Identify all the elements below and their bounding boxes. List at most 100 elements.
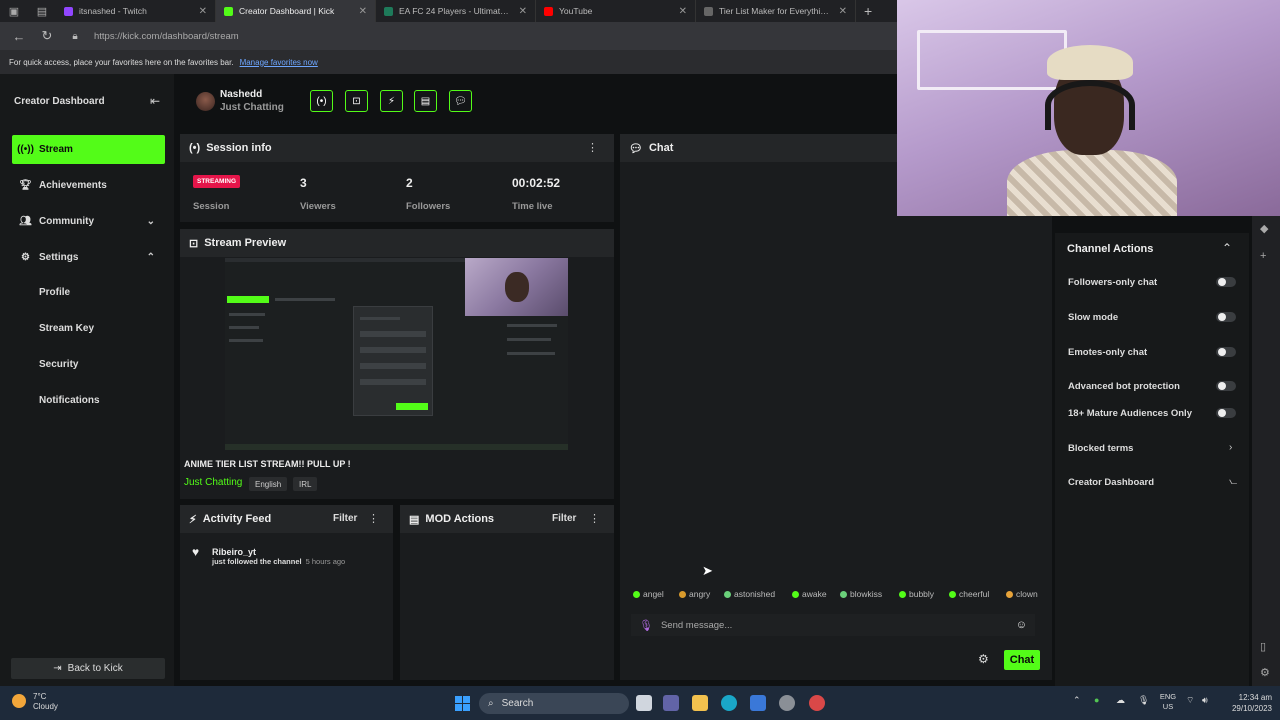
emote-angry[interactable]: angry: [679, 589, 710, 599]
kebab-menu-icon[interactable]: ⋮: [589, 512, 600, 525]
url-input[interactable]: https://kick.com/dashboard/stream: [94, 31, 239, 42]
tab-actions-icon[interactable]: ▤: [28, 0, 56, 22]
creator-dashboard-link[interactable]: Creator Dashboard: [1068, 477, 1154, 488]
emote-bubbly[interactable]: bubbly: [899, 589, 934, 599]
stream-preview-thumbnail[interactable]: [225, 258, 568, 450]
chat-send-button[interactable]: Chat: [1004, 650, 1040, 670]
bot-protection-toggle[interactable]: [1216, 381, 1236, 391]
sidebar-item-settings[interactable]: ⚙ Settings ⌃: [12, 243, 165, 272]
close-tab-icon[interactable]: ✕: [679, 6, 687, 17]
thumb-line: [507, 324, 557, 327]
store-icon[interactable]: [750, 695, 766, 711]
close-tab-icon[interactable]: ✕: [839, 6, 847, 17]
task-view-icon[interactable]: [636, 695, 652, 711]
close-tab-icon[interactable]: ✕: [359, 6, 367, 17]
browser-tab-youtube[interactable]: YouTube ✕: [536, 0, 696, 22]
stream-category-link[interactable]: Just Chatting: [184, 477, 242, 488]
tray-chevron-up-icon[interactable]: ⌃: [1073, 695, 1081, 706]
emotes-only-toggle[interactable]: [1216, 347, 1236, 357]
kebab-menu-icon[interactable]: ⋮: [368, 512, 379, 525]
file-explorer-icon[interactable]: [692, 695, 708, 711]
cheerful-emote-icon: [949, 590, 956, 598]
network-icon[interactable]: ⌔: [1186, 695, 1194, 706]
emote-blowkiss[interactable]: blowkiss: [840, 589, 882, 599]
microphone-icon[interactable]: 🎙︎: [639, 619, 653, 632]
chart-icon[interactable]: ⦦: [1229, 476, 1237, 487]
browser-tab-twitch[interactable]: itsnashed - Twitch ✕: [56, 0, 216, 22]
avatar[interactable]: [196, 92, 215, 111]
taskbar-search[interactable]: ⌕ Search: [479, 693, 629, 714]
sidebar-sub-profile[interactable]: Profile: [39, 287, 70, 298]
refresh-icon[interactable]: ↻: [38, 28, 56, 44]
browser-tab-eafc[interactable]: EA FC 24 Players - Ultimate Team ✕: [376, 0, 536, 22]
clown-emote-icon: [1006, 590, 1013, 598]
volume-icon[interactable]: 🔊︎: [1202, 695, 1208, 706]
teams-icon[interactable]: [663, 695, 679, 711]
chevron-up-icon[interactable]: ⌃: [1222, 241, 1232, 255]
thumb-line: [360, 363, 426, 369]
screenshot-quick-button[interactable]: ⊡: [345, 90, 368, 112]
new-tab-icon[interactable]: +: [856, 3, 880, 19]
emote-label: angel: [643, 589, 664, 599]
rail-app-icon[interactable]: ◆: [1260, 222, 1268, 235]
angry-emote-icon: [679, 590, 686, 598]
sidebar-sub-notifications[interactable]: Notifications: [39, 395, 100, 406]
webcam-person-body: [1007, 150, 1177, 216]
sidebar-item-community[interactable]: 👥︎ Community ⌄: [12, 207, 165, 236]
emote-astonished[interactable]: astonished: [724, 589, 775, 599]
manage-favorites-link[interactable]: Manage favorites now: [240, 58, 318, 67]
activity-user[interactable]: Ribeiro_yt: [212, 547, 256, 557]
close-tab-icon[interactable]: ✕: [199, 6, 207, 17]
close-tab-icon[interactable]: ✕: [519, 6, 527, 17]
back-to-kick-button[interactable]: ⇥ Back to Kick: [11, 658, 165, 679]
obs-icon[interactable]: [809, 695, 825, 711]
sidebar-item-label: Stream: [39, 144, 73, 155]
workspaces-icon[interactable]: ▣: [0, 0, 28, 22]
lock-icon[interactable]: 🔒︎: [66, 31, 84, 42]
sidebar-item-achievements[interactable]: 🏆︎ Achievements: [12, 171, 165, 200]
sidebar-sub-stream-key[interactable]: Stream Key: [39, 323, 94, 334]
broadcast-quick-button[interactable]: (•): [310, 90, 333, 112]
sidebar-item-stream[interactable]: ((•)) Stream: [12, 135, 165, 164]
emote-clown[interactable]: clown: [1006, 589, 1038, 599]
tray-microphone-icon[interactable]: 🎙︎: [1138, 695, 1149, 706]
settings-app-icon[interactable]: [779, 695, 795, 711]
sidebar-sub-security[interactable]: Security: [39, 359, 78, 370]
browser-tab-tierlist[interactable]: Tier List Maker for Everything - T ✕: [696, 0, 856, 22]
rail-add-icon[interactable]: +: [1260, 250, 1266, 262]
activity-filter-button[interactable]: Filter: [333, 513, 357, 524]
tray-cloud-icon[interactable]: ☁: [1116, 695, 1125, 706]
edge-icon[interactable]: [721, 695, 737, 711]
mature-audiences-toggle[interactable]: [1216, 408, 1236, 418]
collapse-sidebar-icon[interactable]: ⇤: [150, 94, 160, 108]
angel-emote-icon: [633, 590, 640, 598]
browser-tab-kick[interactable]: Creator Dashboard | Kick ✕: [216, 0, 376, 22]
emoji-icon[interactable]: ☺: [1016, 619, 1027, 631]
tierlist-favicon-icon: [704, 6, 713, 16]
tray-app-icon[interactable]: ●: [1094, 695, 1099, 705]
mod-actions-title: MOD Actions: [425, 513, 495, 525]
slow-mode-toggle[interactable]: [1216, 312, 1236, 322]
followers-only-toggle[interactable]: [1216, 277, 1236, 287]
weather-widget[interactable]: 7°C Cloudy: [33, 692, 58, 712]
emote-angel[interactable]: angel: [633, 589, 664, 599]
notes-quick-button[interactable]: ▤: [414, 90, 437, 112]
chat-settings-gear-icon[interactable]: ⚙: [978, 652, 989, 666]
thumb-webcam: [465, 258, 568, 316]
windows-start-icon[interactable]: [455, 696, 470, 711]
emote-awake[interactable]: awake: [792, 589, 827, 599]
back-arrow-icon[interactable]: ←: [10, 29, 28, 44]
lightning-quick-button[interactable]: ⚡︎: [380, 90, 403, 112]
session-info-header: (•) Session info: [180, 134, 614, 162]
chat-quick-button[interactable]: 💬︎: [449, 90, 472, 112]
emote-cheerful[interactable]: cheerful: [949, 589, 989, 599]
kebab-menu-icon[interactable]: ⋮: [587, 141, 598, 154]
rail-sidebar-icon[interactable]: ▯: [1260, 640, 1266, 653]
chevron-right-icon[interactable]: ›: [1229, 442, 1232, 453]
mod-filter-button[interactable]: Filter: [552, 513, 576, 524]
chat-message-input[interactable]: 🎙︎ Send message... ☺: [631, 614, 1035, 636]
blocked-terms-link[interactable]: Blocked terms: [1068, 443, 1133, 454]
rail-settings-icon[interactable]: ⚙: [1260, 666, 1270, 679]
language-indicator[interactable]: ENG US: [1156, 692, 1180, 712]
taskbar-clock[interactable]: 12:34 am 29/10/2023: [1226, 692, 1272, 714]
